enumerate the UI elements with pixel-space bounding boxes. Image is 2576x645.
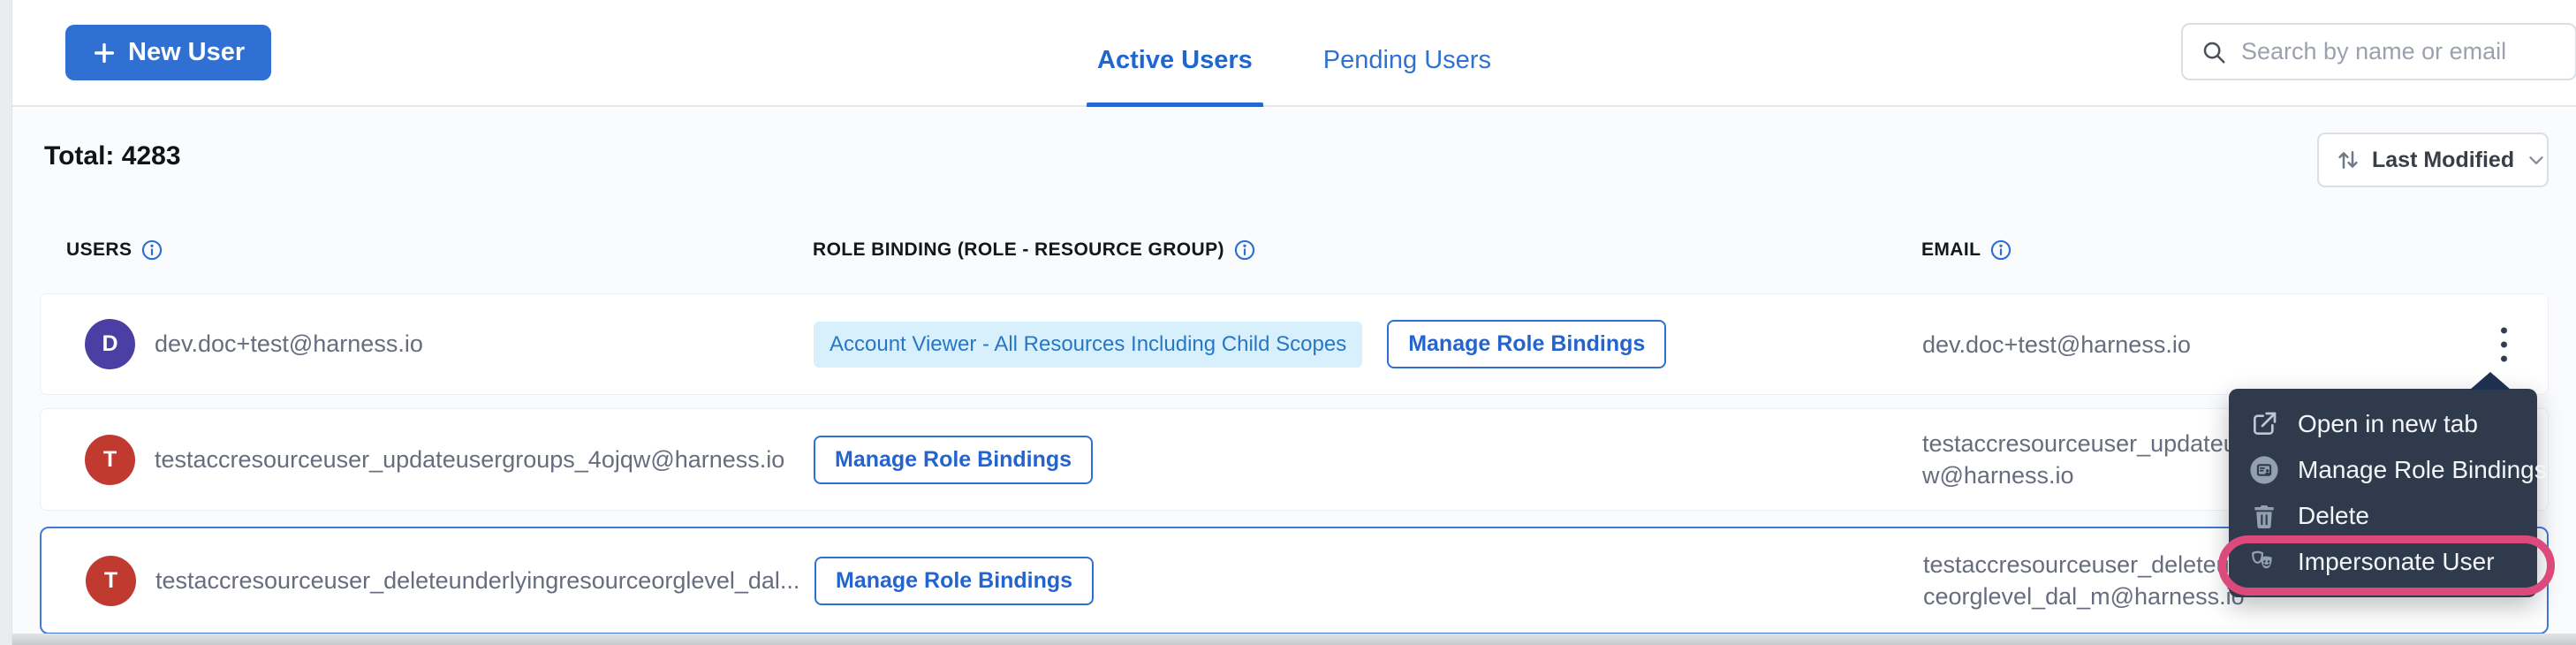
manage-role-bindings-button[interactable]: Manage Role Bindings bbox=[814, 436, 1093, 484]
chevron-down-icon bbox=[2525, 148, 2548, 171]
active-users-panel: Total: 4283 Last Modified USERS ROLE BIN… bbox=[12, 109, 2576, 645]
external-link-icon bbox=[2248, 410, 2280, 438]
info-icon[interactable] bbox=[140, 239, 163, 262]
user-name: testaccresourceuser_updateusergroups_4oj… bbox=[155, 446, 784, 474]
search-icon bbox=[2201, 39, 2227, 65]
menu-item-label: Open in new tab bbox=[2298, 410, 2478, 438]
column-email-label: EMAIL bbox=[1921, 239, 1981, 261]
info-icon[interactable] bbox=[1989, 239, 2012, 262]
table-row[interactable]: D dev.doc+test@harness.io Account Viewer… bbox=[40, 293, 2549, 395]
collapsed-sidebar-edge bbox=[0, 0, 12, 645]
search-input[interactable] bbox=[2241, 38, 2557, 65]
plus-icon bbox=[92, 41, 117, 65]
user-email-line2: ceorglevel_dal_m@harness.io bbox=[1923, 580, 2245, 612]
trash-icon bbox=[2248, 502, 2280, 530]
table-row[interactable]: T testaccresourceuser_updateusergroups_4… bbox=[40, 408, 2549, 511]
sort-value: Last Modified bbox=[2372, 148, 2514, 173]
row-menu-kebab-icon[interactable] bbox=[2492, 318, 2516, 370]
manage-role-bindings-button[interactable]: Manage Role Bindings bbox=[1387, 320, 1666, 368]
role-binding-chip: Account Viewer - All Resources Including… bbox=[814, 322, 1362, 368]
page-header: New User Active Users Pending Users bbox=[12, 0, 2576, 107]
manage-role-bindings-button[interactable]: Manage Role Bindings bbox=[814, 557, 1094, 605]
menu-item-manage-role-bindings[interactable]: Manage Role Bindings bbox=[2229, 447, 2537, 493]
column-users-label: USERS bbox=[66, 239, 132, 261]
menu-item-delete[interactable]: Delete bbox=[2229, 493, 2537, 539]
column-role-binding-label: ROLE BINDING (ROLE - RESOURCE GROUP) bbox=[813, 239, 1224, 261]
tab-pending-users[interactable]: Pending Users bbox=[1313, 46, 1502, 107]
row-context-menu: Open in new tab Manage Role Bindings Del… bbox=[2229, 389, 2537, 597]
menu-item-label: Impersonate User bbox=[2298, 548, 2495, 576]
search-box[interactable] bbox=[2181, 23, 2576, 80]
user-email: testaccresourceuser_updateu bbox=[1922, 428, 2237, 459]
avatar: T bbox=[85, 435, 135, 485]
table-header-row: USERS ROLE BINDING (ROLE - RESOURCE GROU… bbox=[12, 239, 2576, 274]
menu-caret bbox=[2470, 372, 2511, 390]
menu-item-open-in-new-tab[interactable]: Open in new tab bbox=[2229, 401, 2537, 447]
bottom-scroll-shadow bbox=[12, 634, 2576, 645]
user-tabs: Active Users Pending Users bbox=[1087, 0, 1502, 107]
table-row-selected[interactable]: T testaccresourceuser_deleteunderlyingre… bbox=[40, 527, 2549, 634]
tab-active-users[interactable]: Active Users bbox=[1087, 46, 1263, 107]
user-name: testaccresourceuser_deleteunderlyingreso… bbox=[155, 567, 799, 595]
avatar: T bbox=[86, 556, 136, 606]
avatar: D bbox=[85, 319, 135, 369]
menu-item-impersonate-user[interactable]: Impersonate User bbox=[2229, 539, 2537, 585]
menu-item-label: Delete bbox=[2298, 502, 2369, 530]
user-email: dev.doc+test@harness.io bbox=[1922, 329, 2191, 360]
user-email-line2: w@harness.io bbox=[1922, 459, 2237, 491]
total-count: Total: 4283 bbox=[44, 141, 181, 171]
user-email: testaccresourceuser_deleteu bbox=[1923, 549, 2245, 580]
role-bindings-icon bbox=[2248, 455, 2280, 485]
sort-dropdown[interactable]: Last Modified bbox=[2317, 133, 2549, 187]
impersonate-masks-icon bbox=[2248, 547, 2280, 577]
sort-arrows-icon bbox=[2335, 147, 2361, 173]
user-name: dev.doc+test@harness.io bbox=[155, 330, 423, 358]
menu-item-label: Manage Role Bindings bbox=[2298, 456, 2547, 484]
new-user-label: New User bbox=[128, 38, 245, 67]
info-icon[interactable] bbox=[1233, 239, 1256, 262]
new-user-button[interactable]: New User bbox=[65, 25, 271, 80]
